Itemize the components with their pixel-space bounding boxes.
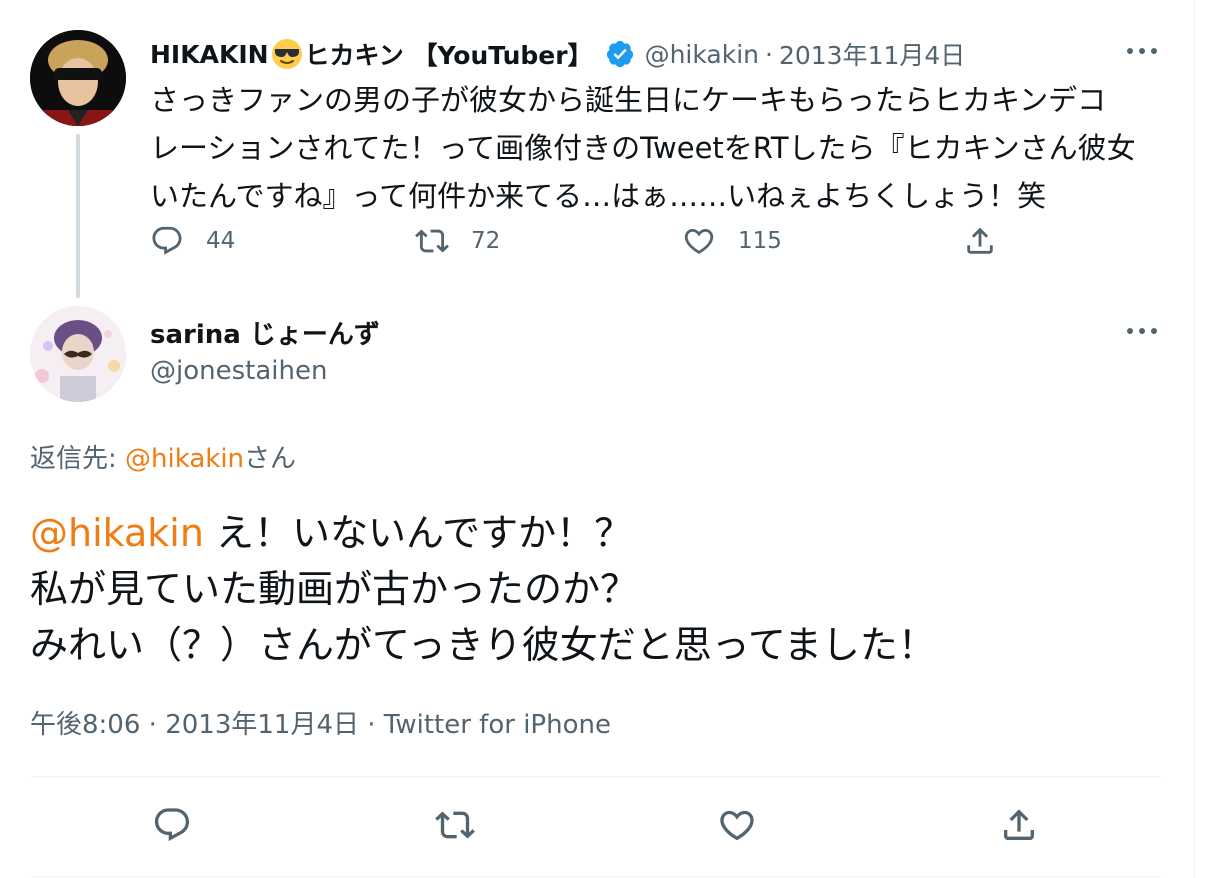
parent-handle[interactable]: @hikakin — [645, 40, 759, 69]
reply-button[interactable] — [147, 800, 197, 850]
retweet-icon — [435, 811, 475, 839]
mention-link[interactable]: @hikakin — [30, 511, 204, 555]
share-button[interactable] — [994, 800, 1044, 850]
sunglasses-emoji-icon — [271, 39, 302, 69]
reply-count: 44 — [206, 228, 236, 254]
parent-text-line: いたんですね』って何件か来てる…はぁ……いねぇよちくしょう！笑 — [150, 179, 1047, 213]
more-horizontal-icon[interactable] — [1122, 36, 1162, 66]
share-button[interactable] — [963, 218, 997, 264]
name-part1: HIKAKIN — [150, 39, 269, 69]
replying-label: 返信先: — [30, 444, 126, 474]
more-horizontal-icon[interactable] — [1122, 316, 1162, 346]
reply-action-bar — [0, 800, 1206, 850]
separator-dot: · — [367, 710, 376, 740]
parent-display-name[interactable]: HIKAKIN ヒカキン 【YouTuber】 — [150, 36, 593, 72]
retweet-button[interactable] — [430, 800, 480, 850]
reply-button[interactable]: 44 — [150, 218, 235, 264]
thread-connector — [76, 134, 80, 298]
replying-handle-link[interactable]: @hikakin — [125, 444, 244, 474]
separator-dot: · — [148, 710, 157, 740]
divider — [30, 776, 1162, 777]
reply-text-line: 私が見ていた動画が古かったのか？ — [30, 567, 639, 611]
retweet-icon — [415, 229, 449, 253]
parent-tweet-text: さっきファンの男の子が彼女から誕生日にケーキもらったらヒカキンデコ レーションさ… — [150, 76, 1170, 220]
parent-text-line: レーションされてた！って画像付きのTweetをRTしたら『ヒカキンさん彼女 — [150, 131, 1136, 165]
sarina-avatar[interactable] — [30, 306, 126, 402]
tweet-date-link[interactable]: 2013年11月4日 — [165, 710, 359, 740]
tweet-source-link[interactable]: Twitter for iPhone — [384, 710, 611, 740]
like-count: 115 — [738, 228, 782, 254]
parent-tweet-header: HIKAKIN ヒカキン 【YouTuber】 @hikakin · 2013年… — [150, 34, 965, 74]
verified-badge-icon — [606, 40, 633, 68]
reply-tweet-text: @hikakin え！いないんですか！？ 私が見ていた動画が古かったのか？ みれ… — [30, 505, 1180, 673]
heart-icon — [720, 810, 754, 841]
divider — [30, 876, 1162, 877]
reply-icon — [154, 808, 190, 842]
parent-action-bar: 44 72 115 — [0, 218, 1206, 264]
parent-date-link[interactable]: 2013年11月4日 — [779, 36, 965, 72]
share-icon — [1004, 809, 1034, 840]
column-border — [1194, 0, 1195, 878]
tweet-time-link[interactable]: 午後8:06 — [30, 710, 140, 740]
reply-text-line: みれい（？）さんがてっきり彼女だと思ってました！ — [30, 623, 936, 667]
retweet-count: 72 — [471, 228, 501, 254]
parent-text-line: さっきファンの男の子が彼女から誕生日にケーキもらったらヒカキンデコ — [150, 83, 1107, 117]
tweet-metadata: 午後8:06 · 2013年11月4日 · Twitter for iPhone — [30, 704, 611, 741]
reply-display-name[interactable]: sarina じょーんず — [150, 314, 380, 351]
heart-icon — [684, 228, 714, 254]
like-button[interactable] — [712, 800, 762, 850]
reply-handle[interactable]: @jonestaihen — [150, 356, 327, 386]
share-icon — [967, 227, 993, 254]
like-button[interactable]: 115 — [682, 218, 782, 264]
replying-to: 返信先: @hikakinさん — [30, 438, 296, 475]
reply-text-line1: え！いないんですか！？ — [203, 511, 633, 555]
reply-text-line: @hikakin え！いないんですか！？ — [30, 505, 1180, 561]
hikakin-avatar[interactable] — [30, 30, 126, 126]
separator-dot: · — [765, 39, 773, 69]
reply-icon — [152, 226, 182, 255]
name-part2: ヒカキン 【YouTuber】 — [304, 41, 593, 70]
replying-suffix: さん — [244, 444, 297, 474]
retweet-button[interactable]: 72 — [415, 218, 500, 264]
